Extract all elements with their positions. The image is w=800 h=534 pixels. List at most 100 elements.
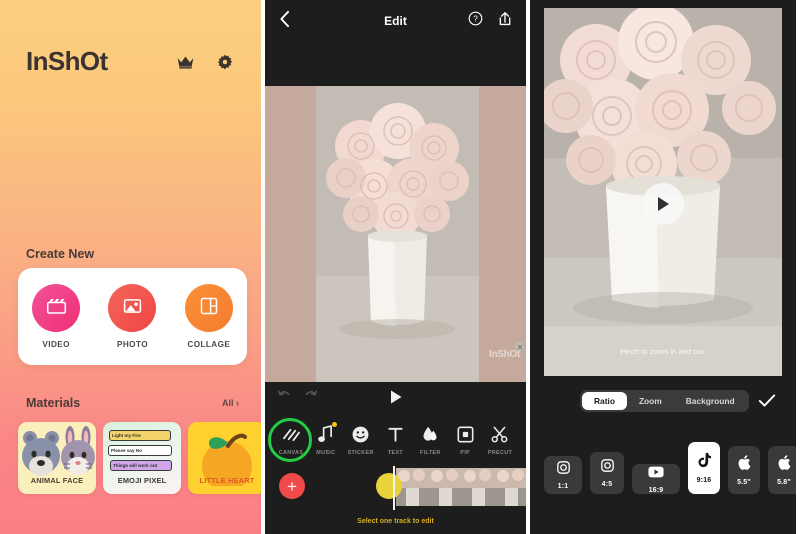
apple-icon bbox=[778, 454, 791, 475]
tool-label: TEXT bbox=[387, 450, 404, 456]
timeline-handle[interactable] bbox=[376, 473, 402, 499]
screenshot-root: InShOt Create New VIDEO PHOTO COLLAGE Ma… bbox=[0, 0, 800, 534]
edit-header: Edit ? bbox=[265, 0, 526, 42]
clapperboard-icon bbox=[46, 297, 67, 320]
ratio-video-preview[interactable]: Pinch to zoom in and out. bbox=[544, 8, 782, 376]
segment-zoom[interactable]: Zoom bbox=[627, 392, 674, 410]
share-upload-icon[interactable] bbox=[498, 11, 512, 32]
check-icon bbox=[758, 394, 776, 412]
home-header-icons bbox=[176, 54, 233, 70]
crown-icon[interactable] bbox=[176, 55, 195, 69]
edit-header-actions: ? bbox=[468, 11, 512, 32]
material-card-animal-face[interactable]: ANIMAL FACE bbox=[18, 422, 96, 494]
video-icon-circle bbox=[32, 284, 81, 332]
material-card-little-heart[interactable]: LITTLE HEART bbox=[188, 422, 261, 494]
materials-title: Materials bbox=[26, 396, 81, 410]
music-badge-dot bbox=[331, 422, 337, 427]
ratio-option-1-1[interactable]: 1:1 bbox=[544, 456, 582, 494]
material-label: ANIMAL FACE bbox=[30, 476, 84, 485]
ratio-label: 1:1 bbox=[557, 482, 569, 490]
tool-canvas[interactable]: CANVAS bbox=[275, 424, 307, 456]
instagram-icon bbox=[556, 460, 570, 479]
app-logo: InShOt bbox=[26, 46, 108, 76]
canvas-icon bbox=[282, 424, 301, 444]
materials-all-label: All bbox=[221, 398, 234, 408]
home-header: InShOt bbox=[0, 0, 261, 77]
ratio-label: 5.5" bbox=[737, 478, 751, 486]
filter-drop-icon bbox=[422, 424, 439, 444]
material-card-emoji-pixel[interactable]: Light my Fire Please say No Things will … bbox=[103, 422, 181, 494]
create-new-heading: Create New bbox=[26, 247, 95, 261]
emoji-chip-3: Things will work out bbox=[110, 460, 172, 471]
scissors-icon bbox=[491, 424, 508, 444]
tool-label: STICKER bbox=[347, 450, 374, 456]
materials-row: ANIMAL FACE Light my Fire Please say No … bbox=[18, 422, 261, 494]
question-circle-icon[interactable]: ? bbox=[468, 11, 483, 31]
materials-see-all-link[interactable]: All › bbox=[222, 398, 239, 408]
edit-video-canvas[interactable]: InShOt bbox=[265, 86, 526, 382]
tool-label: CANVAS bbox=[278, 450, 304, 456]
ratio-option-5-8-inch[interactable]: 5.8" bbox=[768, 446, 796, 494]
instagram-icon bbox=[600, 458, 614, 477]
text-t-icon bbox=[387, 424, 404, 444]
ratio-option-5-5-inch[interactable]: 5.5" bbox=[728, 446, 760, 494]
music-note-icon bbox=[318, 424, 333, 444]
ratio-label: 4:5 bbox=[601, 480, 613, 488]
pinch-hint-text: Pinch to zoom in and out. bbox=[620, 347, 706, 356]
ratio-segment-control: Ratio Zoom Background bbox=[580, 390, 749, 412]
track-thumbnail bbox=[429, 468, 462, 506]
timeline-playhead[interactable] bbox=[393, 466, 395, 510]
create-collage-label: COLLAGE bbox=[187, 340, 231, 349]
chevron-left-icon[interactable] bbox=[279, 10, 290, 33]
track-thumbnail bbox=[495, 468, 526, 506]
tool-text[interactable]: TEXT bbox=[379, 424, 411, 456]
tool-music[interactable]: MUSIC bbox=[310, 422, 342, 456]
tool-pip[interactable]: PIP bbox=[449, 424, 481, 456]
confirm-button[interactable] bbox=[758, 393, 776, 413]
chevron-right-icon: › bbox=[236, 398, 239, 408]
apple-icon bbox=[738, 454, 751, 475]
material-label: EMOJI PIXEL bbox=[117, 476, 167, 485]
segment-ratio[interactable]: Ratio bbox=[582, 392, 627, 410]
create-collage-button[interactable]: COLLAGE bbox=[184, 284, 233, 349]
sticker-smiley-icon bbox=[352, 424, 369, 444]
create-photo-label: PHOTO bbox=[117, 340, 148, 349]
material-label: LITTLE HEART bbox=[199, 476, 255, 485]
segment-background[interactable]: Background bbox=[674, 392, 747, 410]
timeline-track[interactable] bbox=[396, 468, 526, 506]
ratio-label: 16:9 bbox=[648, 486, 664, 494]
create-video-button[interactable]: VIDEO bbox=[32, 284, 81, 349]
play-icon[interactable] bbox=[642, 183, 684, 225]
emoji-chip-2: Please say No bbox=[108, 445, 172, 456]
ratio-option-16-9[interactable]: 16:9 bbox=[632, 464, 680, 494]
undo-icon[interactable] bbox=[277, 390, 292, 409]
ratio-option-9-16[interactable]: 9:16 bbox=[688, 442, 720, 494]
redo-icon[interactable] bbox=[303, 390, 318, 409]
gear-icon[interactable] bbox=[217, 54, 233, 70]
tiktok-icon bbox=[697, 452, 711, 473]
tool-label: PIP bbox=[460, 450, 471, 456]
tool-label: PRECUT bbox=[487, 450, 513, 456]
materials-header: Materials All › bbox=[26, 396, 239, 410]
home-screen-panel: InShOt Create New VIDEO PHOTO COLLAGE Ma… bbox=[0, 0, 265, 534]
create-video-label: VIDEO bbox=[42, 340, 70, 349]
edit-timeline[interactable]: + bbox=[265, 466, 526, 510]
edit-toolbar: CANVAS MUSIC STICKER TEXT FILTER PIP PRE… bbox=[265, 422, 526, 456]
image-icon bbox=[122, 297, 143, 320]
photo-icon-circle bbox=[108, 284, 157, 332]
video-preview bbox=[316, 86, 479, 382]
tool-sticker[interactable]: STICKER bbox=[345, 424, 377, 456]
ratio-label: 5.8" bbox=[777, 478, 791, 486]
inshot-watermark: InShOt bbox=[489, 349, 520, 360]
ratio-screen-panel: Pinch to zoom in and out. Ratio Zoom Bac… bbox=[530, 0, 796, 534]
add-track-button[interactable]: + bbox=[279, 473, 305, 499]
tool-filter[interactable]: FILTER bbox=[414, 424, 446, 456]
tool-label: MUSIC bbox=[316, 450, 336, 456]
tool-precut[interactable]: PRECUT bbox=[484, 424, 516, 456]
ratio-option-4-5[interactable]: 4:5 bbox=[590, 452, 624, 494]
play-icon[interactable] bbox=[389, 389, 403, 410]
tool-label: FILTER bbox=[420, 450, 441, 456]
create-photo-button[interactable]: PHOTO bbox=[108, 284, 157, 349]
collage-icon bbox=[199, 296, 219, 321]
ratio-options-row: 1:1 4:5 16:9 9:16 5.5" 5.8" bbox=[530, 442, 796, 494]
